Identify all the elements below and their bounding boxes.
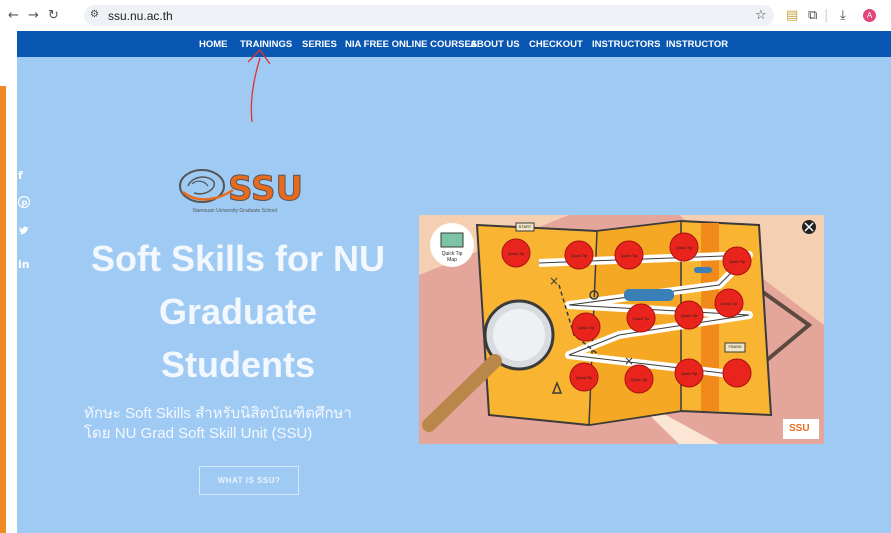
extension-icon[interactable]: ▤	[786, 9, 798, 22]
finish-sign: FINISH	[728, 344, 742, 349]
quick-tip-2[interactable]: Quick Tip	[564, 253, 594, 258]
profile-avatar[interactable]: A	[863, 9, 876, 22]
game-map-illustration: × ×	[419, 215, 824, 444]
linkedin-icon[interactable]: in	[18, 258, 30, 271]
nav-series[interactable]: SERIES	[302, 39, 337, 50]
quick-tip-6[interactable]: Quick Tip	[714, 301, 744, 306]
what-is-ssu-button[interactable]: WHAT IS SSU?	[199, 466, 299, 495]
quick-tip-7[interactable]: Quick Tip	[674, 313, 704, 318]
hero-title-line-1: Soft Skills for NU	[90, 238, 386, 279]
quick-tip-1[interactable]: Quick Tip	[501, 251, 531, 256]
svg-text:×: ×	[549, 274, 559, 288]
quick-tip-map-label: Quick Tip Map	[441, 251, 463, 263]
quick-tip-4[interactable]: Quick Tip	[669, 245, 699, 250]
svg-text:SSU: SSU	[228, 169, 303, 209]
forward-icon[interactable]: →	[28, 8, 39, 23]
extensions-puzzle-icon[interactable]: ⧉	[808, 9, 817, 22]
url-text[interactable]: ssu.nu.ac.th	[108, 9, 173, 23]
logo-caption: Naresuan University Graduate School	[193, 208, 277, 214]
reload-icon[interactable]: ↻	[48, 8, 59, 23]
nav-checkout[interactable]: CHECKOUT	[529, 39, 583, 50]
twitter-icon[interactable]	[18, 226, 30, 239]
hero-subtitle-line-2: โดย NU Grad Soft Skill Unit (SSU)	[84, 425, 313, 442]
quick-tip-8[interactable]: Quick Tip	[626, 316, 656, 321]
annotation-arrow-icon	[247, 48, 271, 123]
site-settings-icon[interactable]: ⚙	[90, 9, 100, 21]
nav-instructor[interactable]: INSTRUCTOR	[666, 39, 728, 50]
toolbar-divider: |	[824, 8, 829, 23]
hero-title: Soft Skills for NU Graduate Students	[83, 232, 393, 391]
side-accent-strip	[0, 86, 6, 533]
hero-subtitle-line-1: ทักษะ Soft Skills สำหรับนิสิตบัณฑิตศึกษา	[84, 405, 352, 422]
hero-title-line-2: Graduate	[158, 291, 318, 332]
svg-text:p: p	[22, 198, 28, 207]
quick-tip-map-game[interactable]: × × Quick Tip Map Quick Tip Quick Tip Qu…	[419, 215, 824, 444]
browser-toolbar: ← → ↻ ⚙ ssu.nu.ac.th ☆ ▤ ⧉ | ⤓ A	[0, 0, 891, 31]
close-icon[interactable]	[802, 219, 816, 235]
nav-about-us[interactable]: ABOUT US	[470, 39, 520, 50]
quick-tip-9[interactable]: Quick Tip	[571, 325, 601, 330]
quick-tip-11[interactable]: Quick Tip	[624, 377, 654, 382]
quick-tip-12[interactable]: Quick Tip	[674, 371, 704, 376]
back-icon[interactable]: ←	[8, 8, 19, 23]
svg-text:×: ×	[624, 354, 634, 368]
quick-tip-3[interactable]: Quick Tip	[614, 253, 644, 258]
hero-subtitle: ทักษะ Soft Skills สำหรับนิสิตบัณฑิตศึกษา…	[84, 404, 374, 444]
download-icon[interactable]: ⤓	[840, 9, 846, 22]
pinterest-icon[interactable]: p	[17, 195, 31, 211]
address-bar[interactable]	[84, 5, 774, 26]
bookmark-star-icon[interactable]: ☆	[755, 9, 767, 22]
game-ssu-brand: SSU	[789, 423, 810, 434]
nav-home[interactable]: HOME	[199, 39, 228, 50]
nav-nia-free-online-courses[interactable]: NIA FREE ONLINE COURSES	[345, 39, 477, 50]
start-sign: START	[518, 224, 532, 229]
facebook-icon[interactable]: f	[18, 169, 23, 182]
nav-instructors[interactable]: INSTRUCTORS	[592, 39, 660, 50]
quick-tip-10[interactable]: Quick Tip	[569, 375, 599, 380]
quick-tip-5[interactable]: Quick Tip	[722, 259, 752, 264]
hero-title-line-3: Students	[160, 344, 315, 385]
